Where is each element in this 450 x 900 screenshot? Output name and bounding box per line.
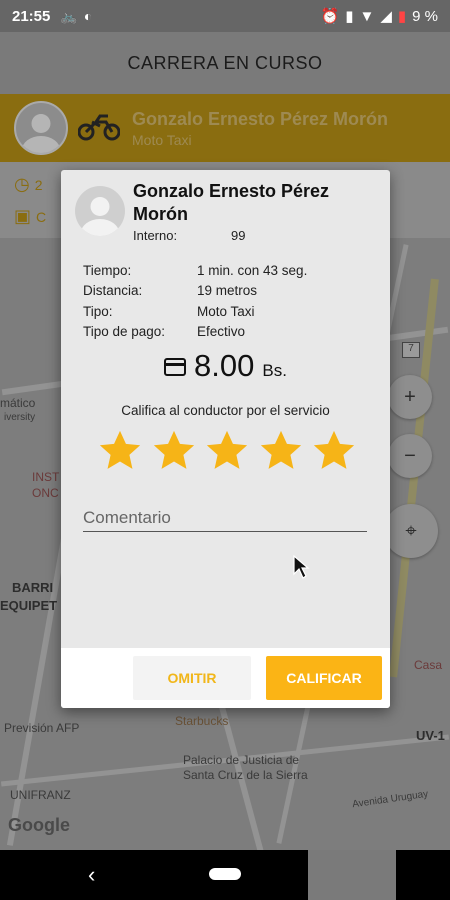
zoom-out-button[interactable]: − xyxy=(388,434,432,478)
map-label: UNIFRANZ xyxy=(10,788,71,802)
zoom-in-button[interactable]: + xyxy=(388,375,432,419)
my-location-button[interactable]: ⌖ xyxy=(384,504,438,558)
map-label: Previsión AFP xyxy=(4,721,80,735)
dialog-actions: OMITIR CALIFICAR xyxy=(61,648,390,708)
rate-button[interactable]: CALIFICAR xyxy=(266,656,382,700)
clock: 21:55 xyxy=(12,7,51,25)
nav-overlay-block xyxy=(308,850,396,900)
battery-icon: ▮ xyxy=(397,8,407,25)
battery-percent: 9 % xyxy=(412,7,438,25)
detail-row: Tipo: Moto Taxi xyxy=(83,303,255,319)
page-title: CARRERA EN CURSO xyxy=(127,52,323,73)
home-pill[interactable] xyxy=(209,868,241,880)
motorcycle-icon xyxy=(77,108,121,149)
map-label: Avenida Uruguay xyxy=(351,788,429,811)
mouse-cursor-icon xyxy=(293,554,310,579)
star-icon[interactable] xyxy=(97,428,143,474)
interno-value: 99 xyxy=(231,228,246,243)
map-label: INST xyxy=(32,470,60,484)
map-label: BARRI xyxy=(12,580,54,595)
map-label: ONC xyxy=(32,486,59,500)
detail-row: Tipo de pago: Efectivo xyxy=(83,324,246,340)
detail-row: Tiempo: 1 min. con 43 seg. xyxy=(83,262,308,278)
interno-label: Interno: xyxy=(133,228,178,243)
star-icon[interactable] xyxy=(311,428,357,474)
rating-dialog: Gonzalo Ernesto Pérez Morón Interno: 99 … xyxy=(61,170,390,708)
status-bar: 21:55 🚲 ◐ ⏰ ▮ ▼ ◢ ▮ 9 % xyxy=(0,0,450,32)
trip-details: Tiempo: 1 min. con 43 seg. Distancia: 19 m… xyxy=(83,260,373,342)
driver-name: Gonzalo Ernesto Pérez Morón xyxy=(132,108,389,129)
alarm-icon: ⏰ xyxy=(320,8,340,25)
detail-row: Distancia: 19 metros xyxy=(83,283,258,299)
wallet-icon: ▣ C xyxy=(14,206,47,226)
map-label: mático xyxy=(0,396,36,410)
map-label: UV-1 xyxy=(416,728,445,743)
map-label: Santa Cruz de la Sierra xyxy=(183,768,308,782)
star-rating[interactable] xyxy=(97,428,357,474)
back-icon[interactable]: ‹ xyxy=(88,862,95,888)
system-nav-bar: ‹ xyxy=(0,850,450,900)
vibrate-icon: ▮ xyxy=(345,8,354,25)
driver-avatar xyxy=(14,101,68,155)
map-label: EQUIPET xyxy=(0,598,58,613)
driver-name: Gonzalo Ernesto Pérez Morón xyxy=(133,181,330,224)
map-label: Starbucks xyxy=(175,714,229,728)
signal-icon: ◢ xyxy=(380,8,392,25)
fare-amount: 8.00 xyxy=(194,348,255,383)
star-icon[interactable] xyxy=(258,428,304,474)
star-icon[interactable] xyxy=(151,428,197,474)
map-label: Casa xyxy=(414,658,443,672)
driver-header: Gonzalo Ernesto Pérez Morón Moto Taxi xyxy=(0,94,450,162)
wifi-icon: ▼ xyxy=(359,7,375,25)
clock-icon: ◷ 2 xyxy=(14,174,43,194)
route-shield: 7 xyxy=(402,342,420,358)
rating-prompt: Califica al conductor por el servicio xyxy=(121,403,330,418)
crosshair-icon: ⌖ xyxy=(405,519,417,542)
vehicle-type: Moto Taxi xyxy=(132,131,192,148)
bike-notification-icon: 🚲 xyxy=(60,7,78,24)
star-icon[interactable] xyxy=(204,428,250,474)
fare: 8.00 Bs. xyxy=(61,348,390,384)
comment-input[interactable] xyxy=(83,504,367,532)
fare-currency: Bs. xyxy=(262,361,287,380)
driver-avatar xyxy=(75,186,125,236)
map-label: iversity xyxy=(4,412,36,423)
google-logo: Google xyxy=(8,815,70,835)
data-saver-icon: ◐ xyxy=(83,8,93,24)
map-label: Palacio de Justicia de xyxy=(183,753,300,767)
app-bar: CARRERA EN CURSO xyxy=(0,32,450,94)
credit-card-icon xyxy=(164,358,187,382)
skip-button[interactable]: OMITIR xyxy=(133,656,251,700)
